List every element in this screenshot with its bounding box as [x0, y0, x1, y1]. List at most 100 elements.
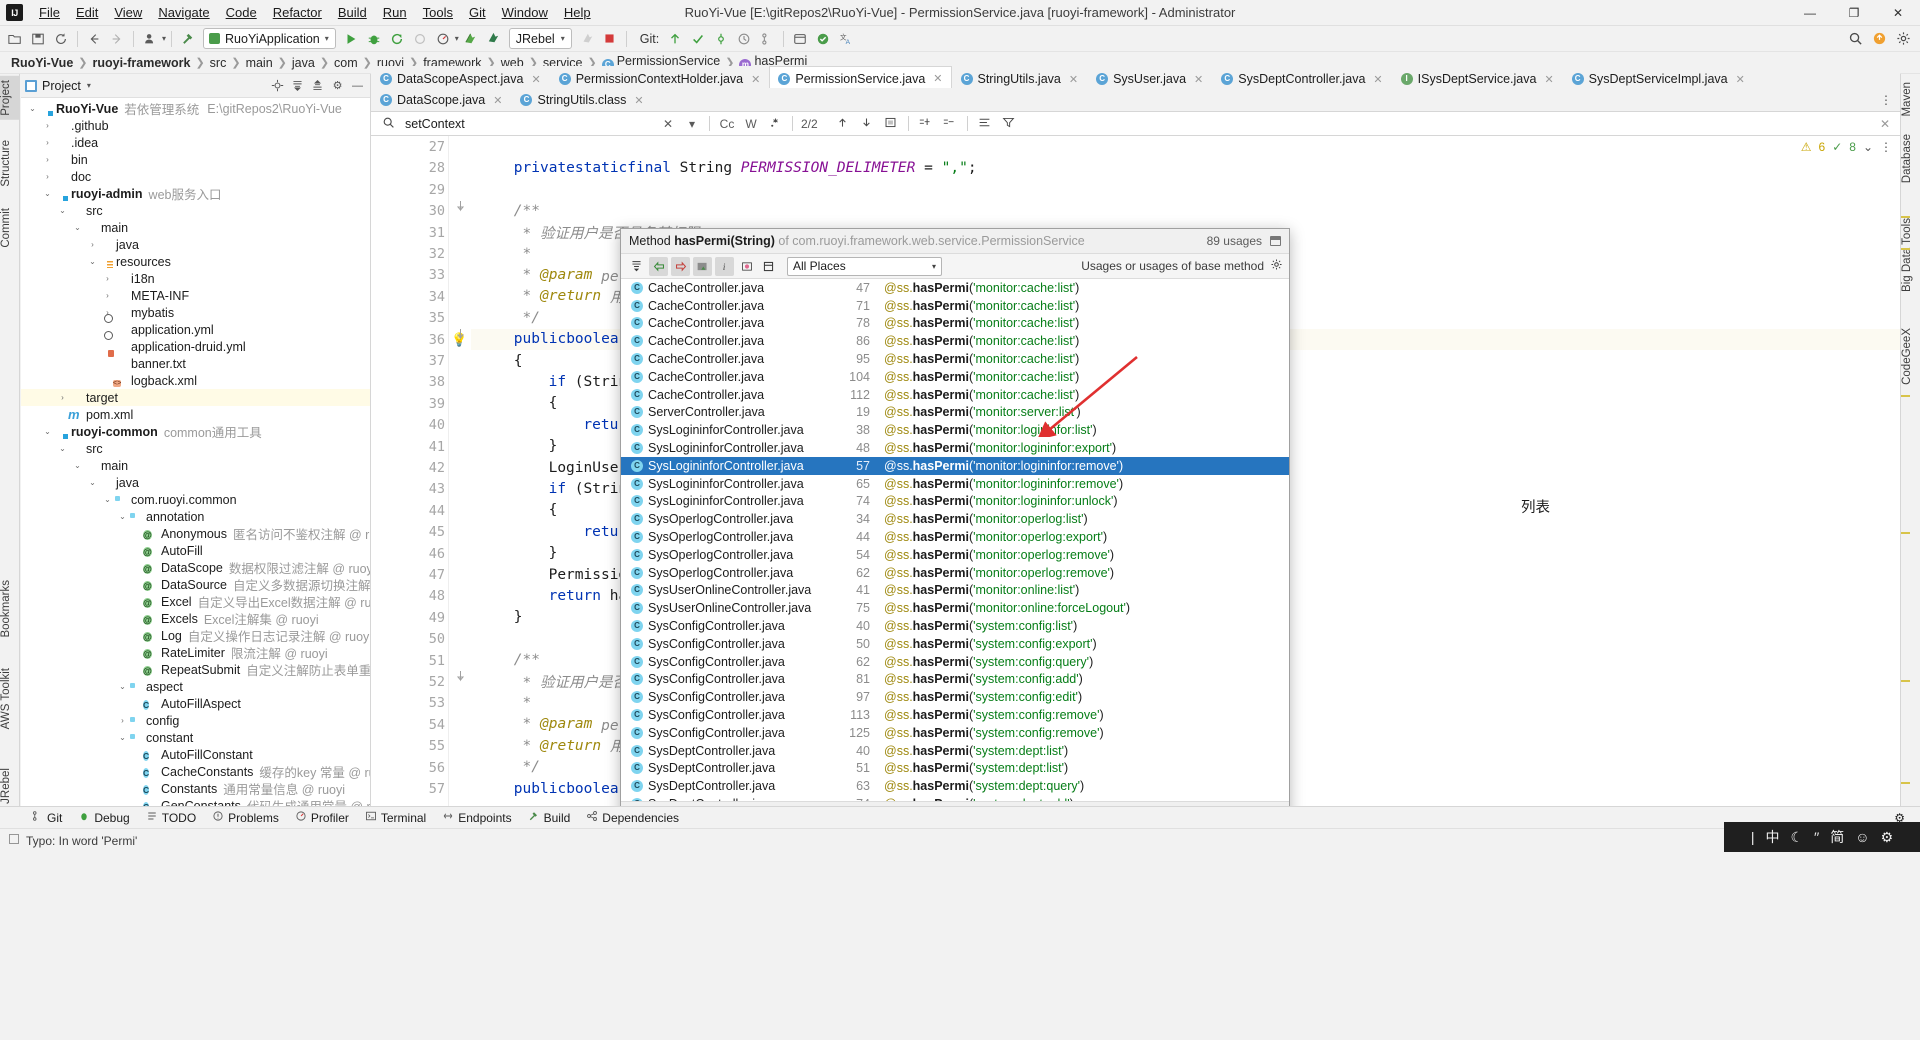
sync-icon[interactable] [50, 28, 72, 50]
rail-button-jrebel[interactable]: JRebel [0, 764, 20, 808]
tree-node-excel[interactable]: @ Excel 自定义导出Excel数据注解 @ ruoyi [21, 593, 370, 610]
tree-node-autofill[interactable]: @ AutoFill [21, 542, 370, 559]
tree-node-target[interactable]: › target [21, 389, 370, 406]
info-icon[interactable]: i [715, 256, 734, 276]
filter-icon[interactable] [1000, 116, 1018, 132]
stop-icon[interactable] [599, 28, 621, 50]
editor-tabs-row-2[interactable]: C DataScope.java ✕ C StringUtils.class ✕ ⋮ [371, 88, 1900, 112]
tree-node-resources[interactable]: ⌄ resources [21, 253, 370, 270]
usage-row[interactable]: C CacheController.java 86 @ss.hasPermi('mon… [621, 332, 1289, 350]
git-history-icon[interactable] [733, 28, 755, 50]
editor-scrollbar[interactable] [1900, 160, 1912, 810]
menu-item-build[interactable]: Build [330, 1, 375, 24]
editor-tab-datascope-java[interactable]: C DataScope.java ✕ [371, 87, 511, 112]
tree-expand-arrow[interactable]: ⌄ [72, 223, 83, 232]
tree-expand-arrow[interactable]: › [57, 393, 68, 402]
tree-node-logback-xml[interactable]: <> logback.xml [21, 372, 370, 389]
close-tab-icon[interactable]: ✕ [1069, 73, 1078, 86]
usage-row[interactable]: C SysOperlogController.java 34 @ss.hasPermi… [621, 510, 1289, 528]
menu-item-window[interactable]: Window [494, 1, 556, 24]
search-icon[interactable] [1844, 28, 1866, 50]
user-icon[interactable] [139, 28, 161, 50]
rail-button-commit[interactable]: Commit [0, 204, 20, 252]
tree-node-banner-txt[interactable]: banner.txt [21, 355, 370, 372]
scroll-from-source-icon[interactable] [269, 77, 286, 94]
git-branch-icon[interactable] [756, 28, 778, 50]
tree-expand-arrow[interactable]: › [102, 274, 113, 283]
tree-expand-arrow[interactable]: › [102, 291, 113, 300]
ime-emoji-icon[interactable]: ☺ [1855, 829, 1869, 845]
close-tab-icon[interactable]: ✕ [751, 73, 760, 86]
project-tree[interactable]: ⌄ RuoYi-Vue 若依管理系统 E:\gitRepos2\RuoYi-Vue ›.… [21, 98, 370, 816]
menu-item-help[interactable]: Help [556, 1, 599, 24]
hammer-icon[interactable] [177, 28, 199, 50]
clear-icon[interactable]: ✕ [659, 117, 677, 131]
breadcrumb-item-4[interactable]: java [289, 56, 318, 70]
previous-occurrence-icon[interactable] [649, 256, 668, 276]
scope-selector[interactable]: All Places ▾ [787, 256, 942, 276]
save-icon[interactable] [27, 28, 49, 50]
usage-row[interactable]: C CacheController.java 112 @ss.hasPermi('mo… [621, 386, 1289, 404]
tree-node-com-ruoyi-common[interactable]: ⌄ com.ruoyi.common [21, 491, 370, 508]
user-dropdown-caret-icon[interactable]: ▾ [162, 34, 166, 43]
tree-node-autofillconstant[interactable]: C AutoFillConstant [21, 746, 370, 763]
git-update-icon[interactable] [664, 28, 686, 50]
tree-node-constants[interactable]: C Constants 通用常量信息 @ ruoyi [21, 780, 370, 797]
close-tab-icon[interactable]: ✕ [1544, 73, 1553, 86]
tree-node-doc[interactable]: › doc [21, 168, 370, 185]
tree-node-autofillaspect[interactable]: C AutoFillAspect [21, 695, 370, 712]
usage-row[interactable]: C SysConfigController.java 81 @ss.hasPermi(… [621, 671, 1289, 689]
bottom-tab-dependencies[interactable]: Dependencies [579, 808, 686, 827]
tree-expand-arrow[interactable]: › [42, 121, 53, 130]
expand-all-icon[interactable] [289, 77, 306, 94]
tree-node-log[interactable]: @ Log 自定义操作日志记录注解 @ ruoyi [21, 627, 370, 644]
tree-expand-arrow[interactable]: › [42, 155, 53, 164]
code-fold-marker[interactable] [456, 670, 465, 687]
usage-row[interactable]: C SysConfigController.java 40 @ss.hasPermi(… [621, 617, 1289, 635]
usage-row[interactable]: C SysOperlogController.java 44 @ss.hasPermi… [621, 528, 1289, 546]
coverage-icon[interactable] [386, 28, 408, 50]
jrebel-debug-icon[interactable] [483, 28, 505, 50]
usage-row[interactable]: C CacheController.java 47 @ss.hasPermi('mon… [621, 279, 1289, 297]
usage-row[interactable]: C SysDeptController.java 63 @ss.hasPermi('s… [621, 777, 1289, 795]
tree-expand-arrow[interactable]: ⌄ [87, 257, 98, 266]
browser-icon[interactable] [789, 28, 811, 50]
rail-button-aws-toolkit[interactable]: AWS Toolkit [0, 664, 20, 733]
usage-row[interactable]: C SysUserOnlineController.java 41 @ss.hasPe… [621, 582, 1289, 600]
usage-row[interactable]: C SysLogininforController.java 57 @ss.hasPe… [621, 456, 1289, 475]
tree-expand-arrow[interactable]: ⌄ [42, 189, 53, 198]
rail-button-structure[interactable]: Structure [0, 136, 20, 191]
usages-list[interactable]: C CacheController.java 47 @ss.hasPermi('mon… [621, 279, 1289, 801]
ime-settings-icon[interactable]: ⚙ [1881, 829, 1894, 846]
rail-button-bookmarks[interactable]: Bookmarks [0, 576, 20, 642]
tree-node-ruoyi-vue[interactable]: ⌄ RuoYi-Vue 若依管理系统 E:\gitRepos2\RuoYi-Vue [21, 100, 370, 118]
history-icon[interactable]: ▾ [683, 117, 701, 131]
usage-row[interactable]: C SysDeptController.java 51 @ss.hasPermi('s… [621, 760, 1289, 778]
tree-node-config[interactable]: › config [21, 712, 370, 729]
inspection-summary[interactable]: ⚠ 6 ✓ 8 ⌄ ⋮ [1801, 140, 1892, 154]
usage-row[interactable]: C SysConfigController.java 113 @ss.hasPermi… [621, 706, 1289, 724]
tree-node-ruoyi-common[interactable]: ⌄ ruoyi-common common通用工具 [21, 423, 370, 441]
ime-punct-icon[interactable]: ′′ [1814, 829, 1819, 845]
tree-node-meta-inf[interactable]: › META-INF [21, 287, 370, 304]
checkmark-badge-icon[interactable] [812, 28, 834, 50]
tree-node-bin[interactable]: › bin [21, 151, 370, 168]
tree-expand-arrow[interactable]: ⌄ [87, 478, 98, 487]
collapse-all-icon[interactable] [309, 77, 326, 94]
usage-row[interactable]: C CacheController.java 104 @ss.hasPermi('mo… [621, 368, 1289, 386]
tree-node-pom-xml[interactable]: m pom.xml [21, 406, 370, 423]
usage-row[interactable]: C SysLogininforController.java 74 @ss.hasPe… [621, 493, 1289, 511]
tree-node-datasource[interactable]: @DataSource自定义多数据源切换注解 @ ruoyi [21, 576, 370, 593]
run-configuration-selector[interactable]: RuoYiApplication ▾ [203, 28, 336, 49]
usage-row[interactable]: C CacheController.java 71 @ss.hasPermi('mon… [621, 297, 1289, 315]
group-by-file-structure-icon[interactable] [693, 256, 712, 276]
tree-node-aspect[interactable]: ⌄ aspect [21, 678, 370, 695]
tree-expand-arrow[interactable]: › [117, 716, 128, 725]
preserve-case-icon[interactable] [976, 116, 994, 132]
usage-row[interactable]: C SysDeptController.java 40 @ss.hasPermi('s… [621, 742, 1289, 760]
tree-node-java[interactable]: › java [21, 236, 370, 253]
chevron-down-icon[interactable]: ▾ [87, 81, 91, 90]
tree-node-datascope[interactable]: @ DataScope 数据权限过滤注解 @ ruoyi [21, 559, 370, 576]
close-tab-icon[interactable]: ✕ [1373, 73, 1382, 86]
settings-icon[interactable]: ⚙ [329, 77, 346, 94]
